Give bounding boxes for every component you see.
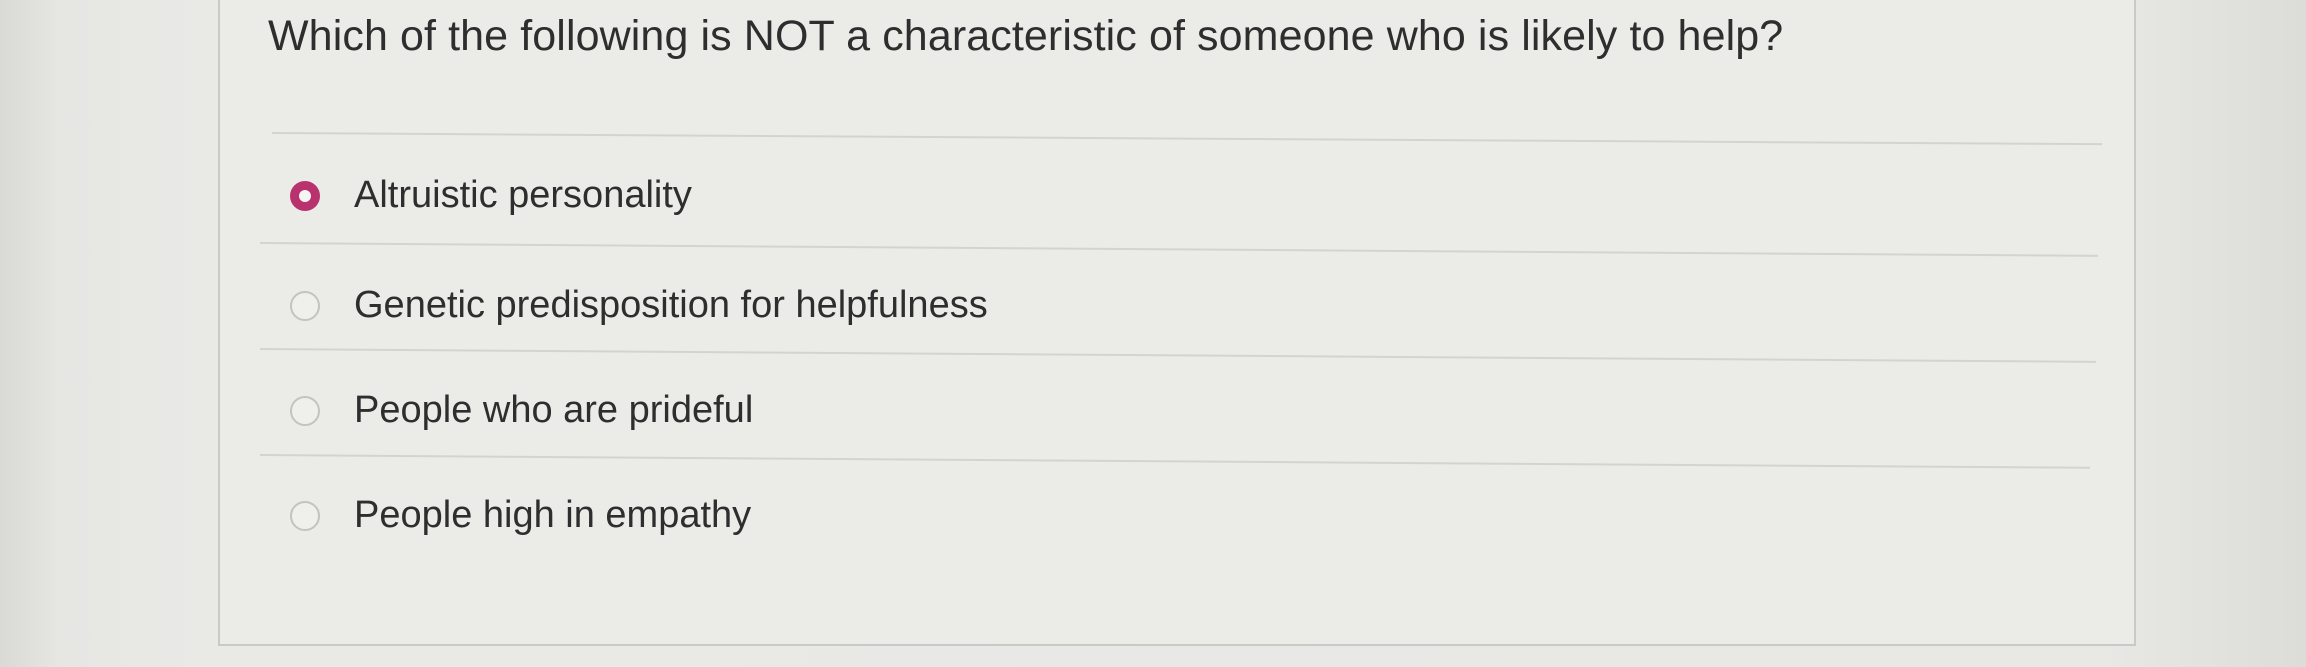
- divider: [271, 132, 2102, 146]
- radio-unselected-icon[interactable]: [290, 290, 320, 321]
- option-genetic-predisposition[interactable]: Genetic predisposition for helpfulness: [290, 284, 988, 327]
- radio-unselected-icon[interactable]: [290, 395, 320, 426]
- divider: [259, 242, 2098, 257]
- option-label: Genetic predisposition for helpfulness: [354, 284, 988, 326]
- option-high-empathy[interactable]: People high in empathy: [290, 494, 751, 537]
- option-label: People who are prideful: [354, 389, 754, 431]
- radio-unselected-icon[interactable]: [290, 500, 320, 531]
- divider: [259, 348, 2096, 363]
- radio-dot-icon: [299, 189, 311, 202]
- option-label: Altruistic personality: [354, 174, 692, 216]
- question-text: Which of the following is NOT a characte…: [268, 12, 1784, 60]
- divider: [259, 454, 2090, 469]
- option-label: People high in empathy: [354, 494, 752, 536]
- option-altruistic-personality[interactable]: Altruistic personality: [290, 174, 692, 217]
- question-card: Which of the following is NOT a characte…: [218, 0, 2136, 646]
- radio-selected-icon[interactable]: [290, 180, 320, 211]
- option-prideful[interactable]: People who are prideful: [290, 389, 753, 432]
